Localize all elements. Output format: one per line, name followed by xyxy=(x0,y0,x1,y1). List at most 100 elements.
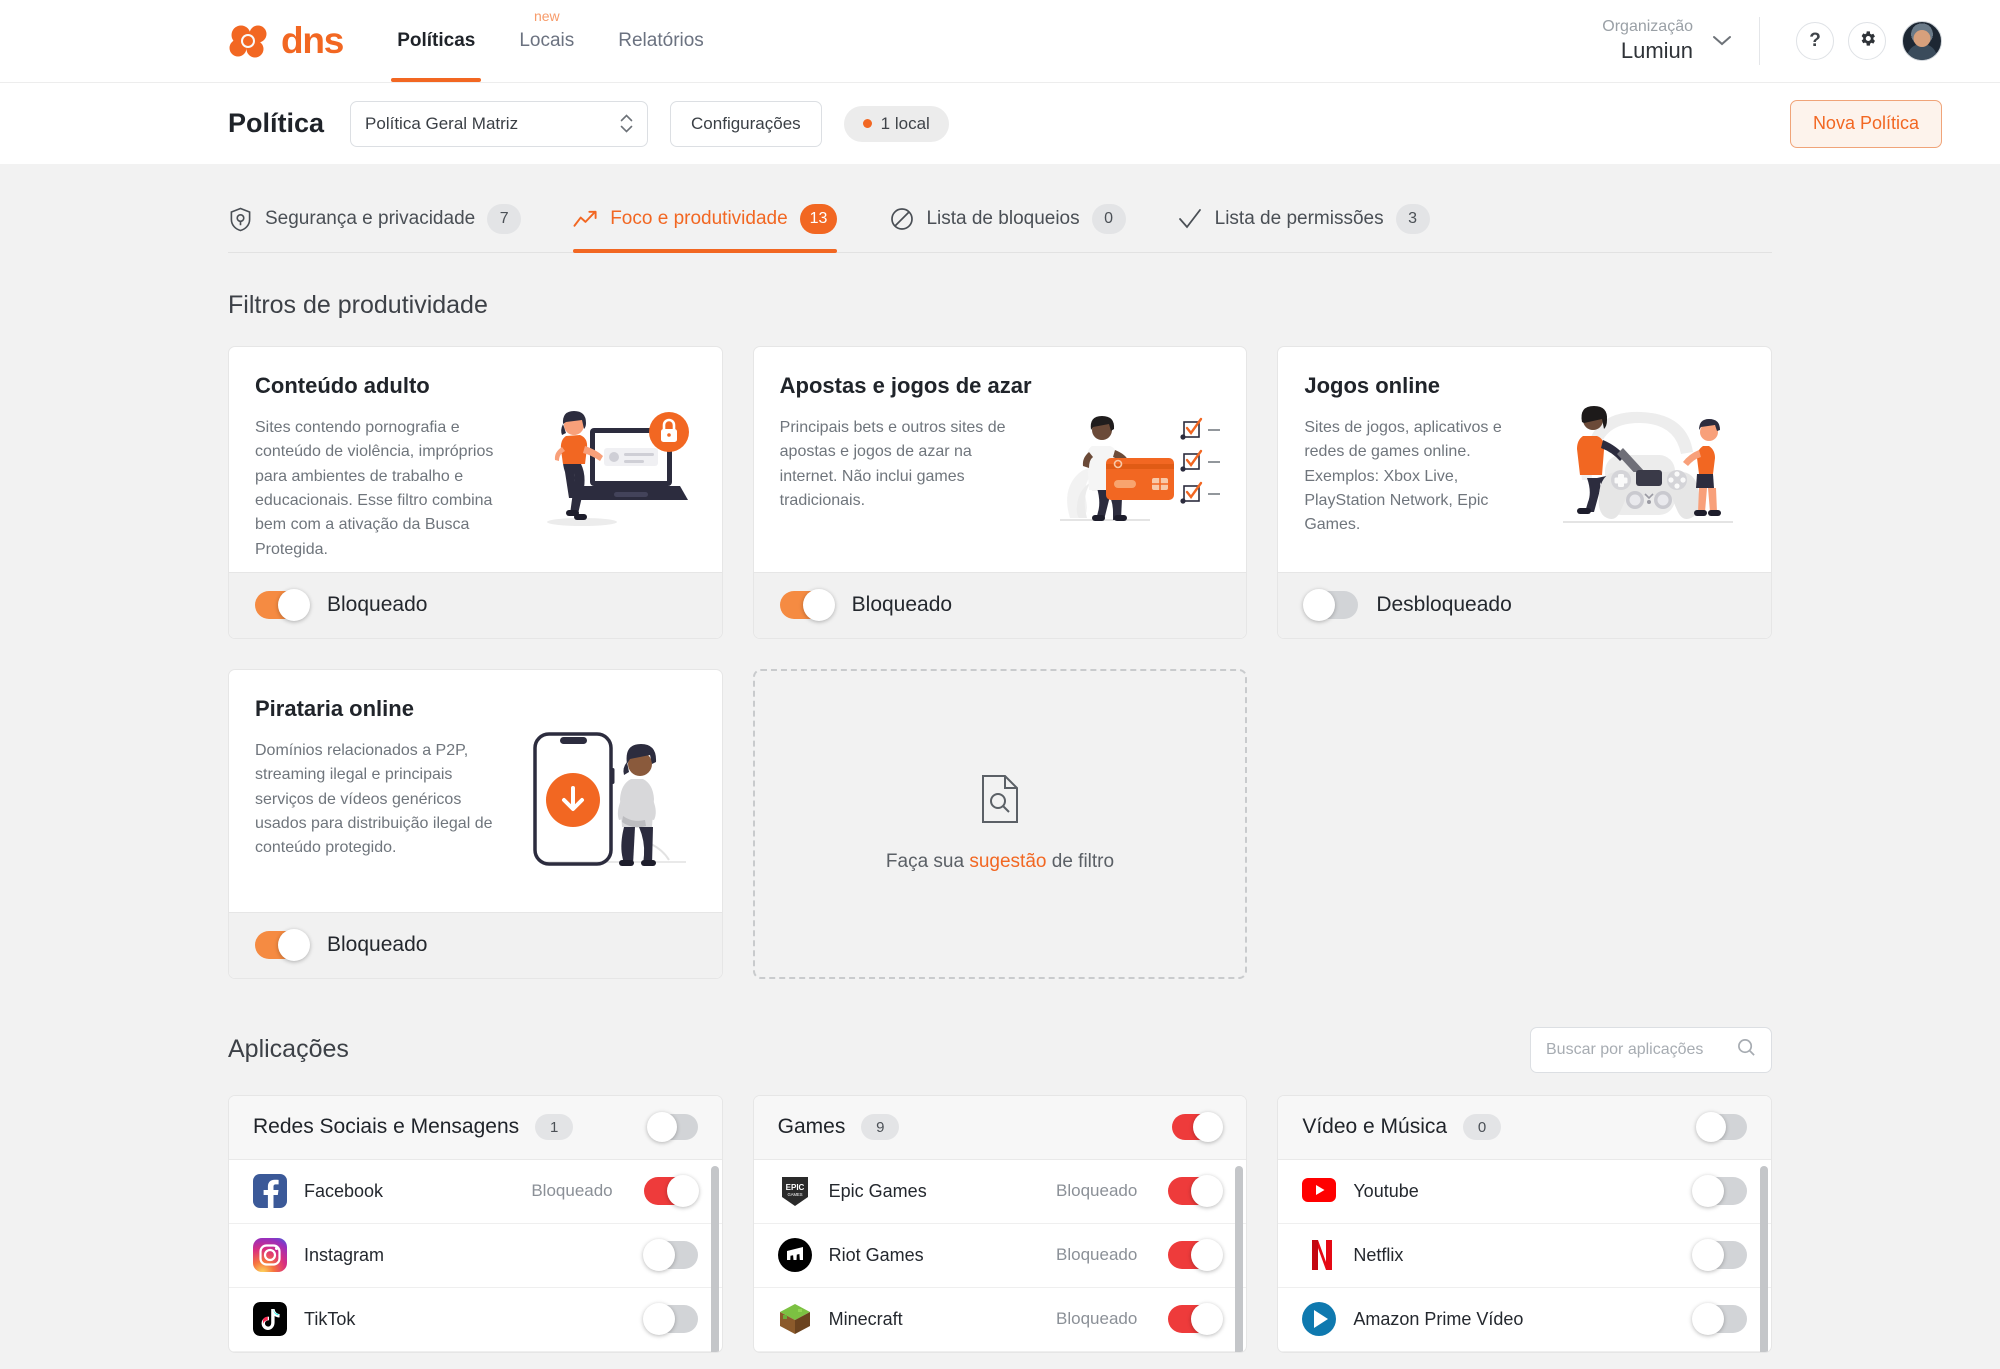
app-toggle-facebook[interactable] xyxy=(643,1175,699,1208)
list-item[interactable]: Netflix xyxy=(1278,1224,1771,1288)
nav-new-badge: new xyxy=(533,8,560,24)
status-dot-icon xyxy=(862,119,872,128)
list-item[interactable]: Instagram xyxy=(229,1224,722,1288)
filter-card-title: Apostas e jogos de azar xyxy=(779,373,1032,398)
filter-card-description: Principais bets e outros sites de aposta… xyxy=(779,419,1006,509)
app-category-title: Games xyxy=(777,1115,846,1139)
app-list: EPIC GAMES Epic Games Bloqueado Riot Gam… xyxy=(753,1160,1247,1352)
app-toggle-minecraft[interactable] xyxy=(1168,1303,1224,1336)
tab-seguranca-e-privacidade[interactable]: Segurança e privacidade 7 xyxy=(228,190,547,252)
app-toggle-epic-games[interactable] xyxy=(1168,1175,1224,1208)
suggestion-prefix: Faça sua xyxy=(885,851,970,873)
search-input[interactable] xyxy=(1546,1040,1727,1059)
app-category-title: Redes Sociais e Mensagens xyxy=(253,1115,520,1139)
nav-item-politicas[interactable]: Políticas xyxy=(391,0,482,82)
filter-suggestion-box[interactable]: Faça sua sugestão de filtro xyxy=(752,668,1248,979)
filter-state-label: Bloqueado xyxy=(851,593,953,617)
app-toggle-netflix[interactable] xyxy=(1691,1239,1747,1272)
application-categories-grid: Redes Sociais e Mensagens 1 Facebook Blo… xyxy=(228,1094,1772,1353)
app-toggle-amazon-prime[interactable] xyxy=(1691,1303,1747,1336)
app-status: Bloqueado xyxy=(1056,1245,1138,1265)
tabs-container: Segurança e privacidade 7 Foco e produti… xyxy=(0,164,2000,253)
tab-badge: 3 xyxy=(1395,204,1430,234)
chevron-down-icon[interactable] xyxy=(1707,35,1737,47)
laptop-lock-illustration xyxy=(519,373,696,562)
list-item[interactable]: Facebook Bloqueado xyxy=(229,1160,722,1224)
app-name: Youtube xyxy=(1353,1180,1419,1201)
nav-item-locais[interactable]: new Locais xyxy=(513,0,580,82)
app-toggle-youtube[interactable] xyxy=(1691,1175,1747,1208)
app-category-redes-sociais-e-mensagens: Redes Sociais e Mensagens 1 Facebook Blo… xyxy=(228,1094,723,1353)
app-name: Riot Games xyxy=(828,1244,924,1265)
settings-button[interactable] xyxy=(1848,22,1886,60)
filter-card-description: Sites contendo pornografia e conteúdo de… xyxy=(255,419,494,558)
app-list: Youtube Netflix Amazon Prime Vídeo xyxy=(1278,1160,1771,1352)
app-category-toggle-video-e-musica[interactable] xyxy=(1695,1112,1747,1143)
organization-selector[interactable]: Organização Lumiun xyxy=(1602,17,1707,65)
filter-card-title: Jogos online xyxy=(1304,373,1441,398)
nova-politica-label: Nova Política xyxy=(1812,113,1919,133)
list-item[interactable]: EPIC GAMES Epic Games Bloqueado xyxy=(753,1160,1247,1224)
list-item[interactable]: TikTok xyxy=(229,1288,722,1352)
filter-card-body: Apostas e jogos de azar Principais bets … xyxy=(754,347,1247,572)
tab-foco-e-produtividade[interactable]: Foco e produtividade 13 xyxy=(573,190,863,253)
gamepad-illustration xyxy=(1545,373,1745,562)
filter-card-title: Pirataria online xyxy=(255,695,414,721)
riot-games-icon xyxy=(777,1238,812,1273)
app-list-scrollbar[interactable] xyxy=(1235,1165,1244,1352)
epic-games-icon: EPIC GAMES xyxy=(778,1174,812,1208)
filter-card-pirataria-online: Pirataria online Domínios relacionados a… xyxy=(228,668,723,979)
page-title: Política xyxy=(228,108,325,138)
app-list-scrollbar[interactable] xyxy=(710,1165,719,1352)
filter-toggle-apostas-e-jogos-de-azar[interactable] xyxy=(779,589,835,622)
main-nav-links: Políticas new Locais Relatórios xyxy=(391,0,710,82)
filter-state-label: Desbloqueado xyxy=(1376,593,1512,617)
help-button[interactable]: ? xyxy=(1796,22,1834,60)
filter-toggle-conteudo-adulto[interactable] xyxy=(255,589,310,622)
facebook-icon xyxy=(253,1174,287,1209)
filter-toggle-jogos-online[interactable] xyxy=(1303,589,1359,622)
tab-badge: 13 xyxy=(799,204,838,234)
top-navigation-bar: dns Políticas new Locais Relatórios Orga… xyxy=(0,0,2000,82)
nav-label-relatorios: Relatórios xyxy=(618,30,704,51)
filter-card-jogos-online: Jogos online Sites de jogos, aplicativos… xyxy=(1277,346,1772,639)
list-item[interactable]: Minecraft Bloqueado xyxy=(753,1288,1247,1352)
filters-section-title: Filtros de produtividade xyxy=(228,291,488,319)
filter-card-text: Pirataria online Domínios relacionados a… xyxy=(255,696,503,902)
filter-card-text: Conteúdo adulto Sites contendo pornograf… xyxy=(255,373,511,562)
dns-logo[interactable]: dns xyxy=(228,20,344,62)
app-toggle-instagram[interactable] xyxy=(642,1239,698,1272)
question-mark-icon: ? xyxy=(1809,30,1821,51)
applications-header: Aplicações xyxy=(228,1026,1772,1073)
minecraft-icon xyxy=(778,1302,812,1336)
app-category-count: 1 xyxy=(535,1114,574,1141)
svg-text:EPIC: EPIC xyxy=(785,1183,804,1192)
search-applications-box[interactable] xyxy=(1530,1026,1772,1073)
suggestion-link[interactable]: sugestão xyxy=(969,851,1046,872)
app-toggle-riot-games[interactable] xyxy=(1168,1239,1224,1272)
nav-item-relatorios[interactable]: Relatórios xyxy=(612,0,710,82)
avatar[interactable] xyxy=(1902,21,1942,61)
app-category-toggle-games[interactable] xyxy=(1172,1112,1224,1143)
filter-toggle-pirataria-online[interactable] xyxy=(255,929,310,962)
nav-label-locais: Locais xyxy=(519,30,575,51)
filter-card-conteudo-adulto: Conteúdo adulto Sites contendo pornograf… xyxy=(228,346,723,639)
locals-badge-label: 1 local xyxy=(880,113,930,133)
main-content: Filtros de produtividade Conteúdo adulto… xyxy=(0,291,2000,1353)
app-name: Epic Games xyxy=(828,1180,927,1201)
filter-card-text: Apostas e jogos de azar Principais bets … xyxy=(780,373,1033,562)
tab-badge: 7 xyxy=(487,204,522,234)
filter-card-text: Jogos online Sites de jogos, aplicativos… xyxy=(1304,373,1537,562)
policy-select[interactable]: Política Geral Matriz xyxy=(350,100,649,147)
configuracoes-button[interactable]: Configurações xyxy=(670,100,822,147)
app-toggle-tiktok[interactable] xyxy=(642,1303,698,1336)
tab-lista-de-permissoes[interactable]: Lista de permissões 3 xyxy=(1178,190,1456,252)
list-item[interactable]: Riot Games Bloqueado xyxy=(753,1224,1247,1288)
tab-lista-de-bloqueios[interactable]: Lista de bloqueios 0 xyxy=(889,190,1151,252)
app-category-toggle-redes-sociais[interactable] xyxy=(646,1112,698,1143)
list-item[interactable]: Youtube xyxy=(1278,1160,1771,1224)
app-list-scrollbar[interactable] xyxy=(1759,1165,1768,1352)
list-item[interactable]: Amazon Prime Vídeo xyxy=(1278,1288,1771,1352)
nova-politica-button[interactable]: Nova Política xyxy=(1789,99,1942,148)
app-name: Netflix xyxy=(1353,1244,1404,1265)
